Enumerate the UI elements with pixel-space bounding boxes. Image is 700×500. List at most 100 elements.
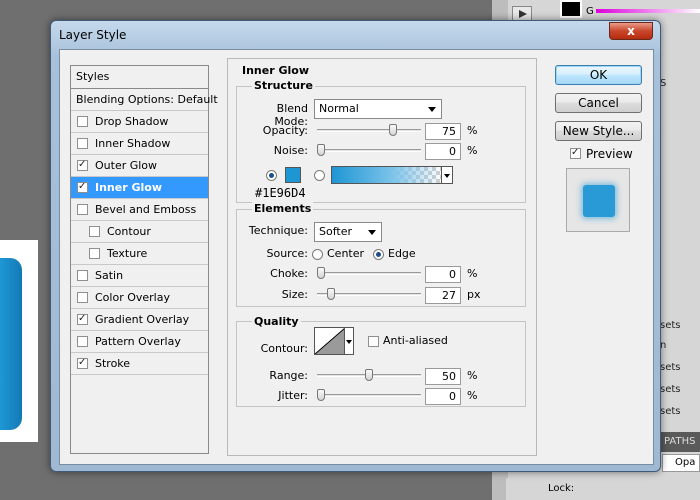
style-checkbox[interactable] <box>89 248 100 259</box>
style-item-blending-options-default[interactable]: Blending Options: Default <box>71 89 218 111</box>
close-icon: x <box>627 24 635 38</box>
close-button[interactable]: x <box>609 22 653 40</box>
panel-list-item[interactable]: sets <box>660 406 681 417</box>
style-item-bevel-and-emboss[interactable]: Bevel and Emboss <box>71 199 208 221</box>
technique-value: Softer <box>319 225 352 238</box>
style-checkbox[interactable] <box>77 270 88 281</box>
style-item-label: Drop Shadow <box>95 115 169 128</box>
dialog-title: Layer Style <box>59 28 127 42</box>
style-item-label: Satin <box>95 269 124 282</box>
elements-title: Elements <box>252 202 314 215</box>
style-checkbox[interactable] <box>77 116 88 127</box>
opacity-slider-track[interactable] <box>317 129 421 132</box>
green-channel-label: G <box>586 6 594 17</box>
opacity-input[interactable]: 75 <box>425 123 461 140</box>
layer-style-dialog: Layer Style x Styles Blending Options: D… <box>50 20 661 472</box>
layer-opacity-field[interactable]: Opa <box>662 454 700 472</box>
preview-swatch <box>583 185 615 217</box>
style-item-color-overlay[interactable]: Color Overlay <box>71 287 208 309</box>
style-checkbox[interactable] <box>77 204 88 215</box>
panel-list-item[interactable]: sets <box>660 320 681 331</box>
noise-slider-thumb[interactable] <box>317 144 325 156</box>
choke-slider-track[interactable] <box>317 272 421 275</box>
range-slider-thumb[interactable] <box>365 369 373 381</box>
glow-color-swatch[interactable] <box>285 167 301 183</box>
styles-list: Styles Blending Options: Default Drop Sha… <box>70 65 218 454</box>
noise-input[interactable]: 0 <box>425 143 461 160</box>
glow-gradient-picker[interactable] <box>331 166 443 184</box>
style-checkbox[interactable] <box>77 178 88 196</box>
opacity-slider-thumb[interactable] <box>389 124 397 136</box>
style-item-label: Inner Shadow <box>95 137 171 150</box>
style-checkbox[interactable] <box>77 156 88 174</box>
chevron-down-icon <box>368 230 376 235</box>
cancel-button[interactable]: Cancel <box>555 93 642 113</box>
quality-title: Quality <box>252 315 301 328</box>
style-item-satin[interactable]: Satin <box>71 265 208 287</box>
style-item-label: Pattern Overlay <box>95 335 181 348</box>
style-item-label: Stroke <box>95 357 131 370</box>
contour-label: Contour: <box>260 342 308 355</box>
jitter-input[interactable]: 0 <box>425 388 461 405</box>
size-input[interactable]: 27 <box>425 287 461 304</box>
style-item-outer-glow[interactable]: Outer Glow <box>71 155 208 177</box>
style-item-contour[interactable]: Contour <box>71 221 208 243</box>
style-checkbox[interactable] <box>77 310 88 328</box>
ok-button[interactable]: OK <box>555 65 642 85</box>
size-unit: px <box>467 288 481 301</box>
gradient-radio[interactable] <box>314 170 325 181</box>
size-slider-thumb[interactable] <box>327 288 336 300</box>
source-edge-radio[interactable] <box>373 249 384 260</box>
style-item-drop-shadow[interactable]: Drop Shadow <box>71 111 208 133</box>
panel-list-item[interactable]: sets <box>660 362 681 373</box>
structure-title: Structure <box>252 79 315 92</box>
foreground-color-swatch[interactable] <box>560 0 582 18</box>
style-item-inner-shadow[interactable]: Inner Shadow <box>71 133 208 155</box>
style-item-texture[interactable]: Texture <box>71 243 208 265</box>
contour-preview[interactable] <box>314 327 346 355</box>
jitter-slider-thumb[interactable] <box>317 389 325 401</box>
style-checkbox[interactable] <box>77 138 88 149</box>
new-style-button[interactable]: New Style... <box>555 121 642 141</box>
panel-list-item[interactable]: sets <box>660 384 681 395</box>
style-item-stroke[interactable]: Stroke <box>71 353 208 375</box>
paths-tab[interactable]: PATHS <box>660 432 700 452</box>
source-center-radio[interactable] <box>312 249 323 260</box>
dialog-title-bar[interactable]: Layer Style x <box>51 21 660 49</box>
solid-color-radio[interactable] <box>266 170 277 181</box>
choke-unit: % <box>467 267 478 280</box>
blend-mode-select[interactable]: Normal <box>314 99 442 119</box>
style-item-label: Gradient Overlay <box>95 313 190 326</box>
style-item-inner-glow[interactable]: Inner Glow <box>71 177 208 199</box>
style-preview-thumbnail <box>566 168 630 232</box>
range-label: Range: <box>269 369 308 382</box>
anti-aliased-checkbox[interactable] <box>368 336 379 347</box>
choke-slider-thumb[interactable] <box>317 267 325 279</box>
blend-mode-value: Normal <box>319 102 359 115</box>
layer-lock-bar: Lock: <box>506 478 700 500</box>
style-checkbox[interactable] <box>77 336 88 347</box>
style-item-gradient-overlay[interactable]: Gradient Overlay <box>71 309 208 331</box>
style-checkbox[interactable] <box>77 292 88 303</box>
styles-header[interactable]: Styles <box>71 66 208 89</box>
anti-aliased-label: Anti-aliased <box>383 334 448 347</box>
source-center-label: Center <box>327 247 365 260</box>
contour-dropdown-button[interactable] <box>344 327 354 355</box>
noise-unit: % <box>467 144 478 157</box>
style-checkbox[interactable] <box>89 226 100 237</box>
style-item-label: Contour <box>107 225 151 238</box>
range-input[interactable]: 50 <box>425 368 461 385</box>
green-channel-slider[interactable] <box>596 9 700 13</box>
choke-input[interactable]: 0 <box>425 266 461 283</box>
gradient-dropdown-button[interactable] <box>441 166 453 184</box>
noise-slider-track[interactable] <box>317 149 421 152</box>
preview-checkbox[interactable] <box>570 144 581 162</box>
style-item-pattern-overlay[interactable]: Pattern Overlay <box>71 331 208 353</box>
technique-label: Technique: <box>248 224 308 237</box>
jitter-slider-track[interactable] <box>317 394 421 397</box>
style-item-label: Bevel and Emboss <box>95 203 197 216</box>
inner-glow-settings: Inner Glow Structure Blend Mode: Normal … <box>227 58 537 456</box>
technique-select[interactable]: Softer <box>314 222 382 242</box>
size-label: Size: <box>281 288 308 301</box>
style-checkbox[interactable] <box>77 354 88 372</box>
